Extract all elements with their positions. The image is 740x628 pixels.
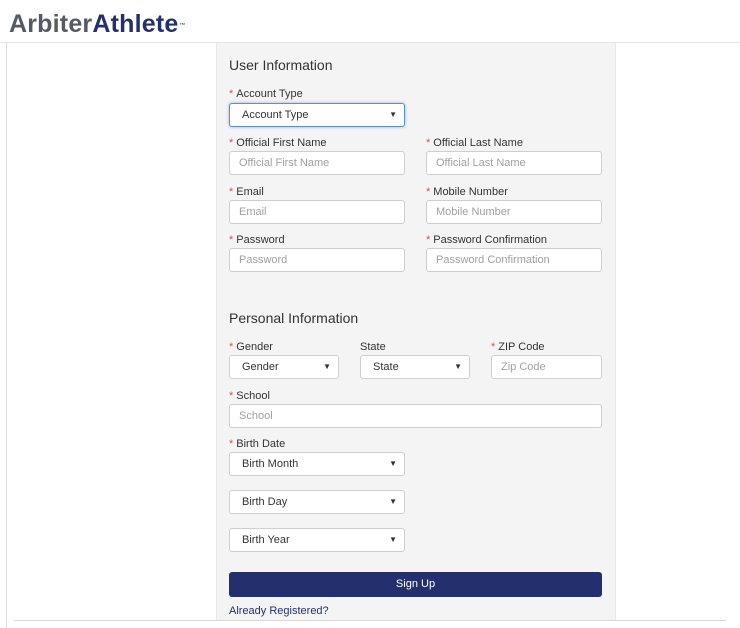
bottom-divider: [14, 620, 726, 621]
state-label: State: [360, 341, 386, 353]
gender-select[interactable]: Gender ▼: [229, 355, 339, 379]
logo-part-2: Athlete: [92, 10, 179, 38]
required-marker: *: [229, 234, 234, 246]
logo-part-1: Arbiter: [9, 10, 93, 38]
account-type-select[interactable]: Account Type ▼: [229, 103, 405, 127]
required-marker: *: [426, 186, 431, 198]
chevron-down-icon: ▼: [389, 459, 397, 468]
first-name-field[interactable]: [229, 151, 405, 175]
required-marker: *: [229, 341, 234, 353]
birth-month-select[interactable]: Birth Month ▼: [229, 452, 405, 476]
required-marker: *: [229, 390, 234, 402]
mobile-number-field[interactable]: [426, 200, 602, 224]
account-type-value: Account Type: [242, 109, 309, 121]
trademark-mark: ™: [179, 23, 186, 29]
user-information-heading: User Information: [229, 57, 333, 73]
password-field[interactable]: [229, 248, 405, 272]
last-name-field[interactable]: [426, 151, 602, 175]
chevron-down-icon: ▼: [389, 497, 397, 506]
chevron-down-icon: ▼: [454, 362, 462, 371]
sign-up-button[interactable]: Sign Up: [229, 572, 602, 597]
school-label: * School: [229, 390, 270, 402]
first-name-label: * Official First Name: [229, 137, 327, 149]
required-marker: *: [229, 137, 234, 149]
chevron-down-icon: ▼: [389, 110, 397, 119]
email-field[interactable]: [229, 200, 405, 224]
arbiter-athlete-logo[interactable]: ArbiterAthlete™: [9, 10, 185, 38]
last-name-label: * Official Last Name: [426, 137, 523, 149]
password-confirmation-field[interactable]: [426, 248, 602, 272]
required-marker: *: [491, 341, 496, 353]
required-marker: *: [229, 438, 234, 450]
already-registered-link[interactable]: Already Registered?: [229, 605, 329, 617]
birth-year-select[interactable]: Birth Year ▼: [229, 528, 405, 552]
state-select[interactable]: State ▼: [360, 355, 470, 379]
birth-month-value: Birth Month: [242, 458, 299, 470]
password-confirmation-label: * Password Confirmation: [426, 234, 547, 246]
birth-day-value: Birth Day: [242, 496, 288, 508]
school-field[interactable]: [229, 404, 602, 428]
zip-code-label: * ZIP Code: [491, 341, 545, 353]
birth-day-select[interactable]: Birth Day ▼: [229, 490, 405, 514]
email-label: * Email: [229, 186, 264, 198]
password-label: * Password: [229, 234, 285, 246]
chevron-down-icon: ▼: [389, 535, 397, 544]
state-value: State: [373, 361, 399, 373]
app-header: ArbiterAthlete™: [0, 0, 740, 43]
required-marker: *: [229, 88, 234, 100]
account-type-label: * Account Type: [229, 88, 303, 100]
birth-year-value: Birth Year: [242, 534, 290, 546]
required-marker: *: [229, 186, 234, 198]
required-marker: *: [426, 137, 431, 149]
chevron-down-icon: ▼: [323, 362, 331, 371]
gender-value: Gender: [242, 361, 279, 373]
gender-label: * Gender: [229, 341, 273, 353]
birth-date-label: * Birth Date: [229, 438, 286, 450]
personal-information-heading: Personal Information: [229, 310, 359, 326]
zip-code-field[interactable]: [491, 355, 602, 379]
mobile-number-label: * Mobile Number: [426, 186, 508, 198]
required-marker: *: [426, 234, 431, 246]
